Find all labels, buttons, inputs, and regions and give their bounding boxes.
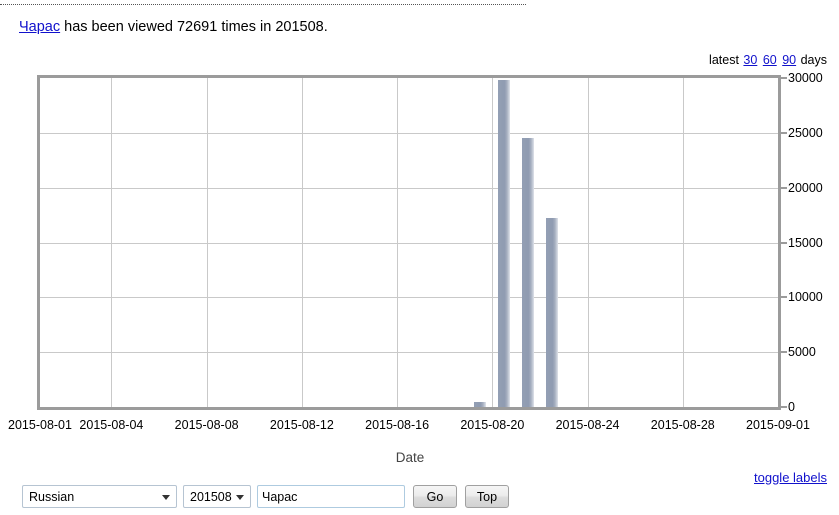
x-axis-label: 2015-08-08 — [174, 418, 239, 432]
pageviews-chart: 0 5000 10000 15000 20000 25000 30000 2015-08-0… — [0, 60, 839, 465]
page-title: Чарас has been viewed 72691 times in 201… — [19, 18, 328, 36]
y-axis-tick — [779, 77, 787, 79]
top-button[interactable]: Top — [465, 485, 509, 508]
grid-line-vertical — [587, 78, 589, 407]
toggle-labels: toggle labels — [754, 470, 827, 485]
x-axis-label: 2015-08-16 — [365, 418, 430, 432]
grid-line-vertical — [111, 78, 113, 407]
chart-bar — [522, 138, 534, 407]
y-axis-label: 0 — [788, 400, 795, 414]
x-axis-label: 2015-08-12 — [269, 418, 334, 432]
x-axis-title: Date — [395, 450, 425, 465]
y-axis-tick — [779, 296, 787, 299]
grid-line-horizontal — [40, 187, 778, 189]
y-axis-label: 30000 — [788, 71, 823, 85]
x-axis-label: 2015-08-28 — [650, 418, 715, 432]
grid-line-horizontal — [40, 297, 778, 299]
x-axis-label: 2015-09-01 — [746, 418, 810, 432]
y-axis-label: 20000 — [788, 180, 823, 195]
language-select[interactable]: Russian — [22, 485, 177, 508]
language-select-wrap: Russian — [22, 485, 177, 508]
y-axis-tick — [779, 241, 787, 244]
period-select-wrap: 201508 — [183, 485, 251, 508]
grid-line-vertical — [492, 78, 494, 407]
y-axis-label: 10000 — [788, 290, 823, 305]
chart-bar — [498, 80, 510, 407]
query-form: Russian 201508 Go Top — [22, 485, 509, 508]
y-axis-tick — [779, 351, 787, 354]
go-button[interactable]: Go — [413, 485, 457, 508]
grid-line-vertical — [682, 78, 684, 407]
y-axis-tick — [779, 406, 787, 408]
search-input[interactable] — [257, 485, 405, 508]
grid-line-horizontal — [40, 132, 778, 134]
x-axis-label: 2015-08-01 — [8, 418, 72, 432]
period-select[interactable]: 201508 — [183, 485, 251, 508]
chart-bar — [474, 402, 486, 407]
grid-line-vertical — [397, 78, 399, 407]
y-axis-tick — [779, 186, 787, 189]
grid-line-vertical — [206, 78, 208, 407]
y-axis-label: 15000 — [788, 235, 823, 250]
grid-line-horizontal — [40, 242, 778, 244]
x-axis-label: 2015-08-24 — [555, 418, 620, 432]
toggle-labels-link[interactable]: toggle labels — [754, 470, 827, 485]
chart-bar — [546, 218, 558, 407]
headline-rest: has been viewed 72691 times in 201508. — [60, 19, 328, 35]
grid-line-horizontal — [40, 352, 778, 354]
x-axis-label: 2015-08-04 — [79, 418, 144, 432]
chart-plot-area — [37, 75, 787, 410]
y-axis-label: 5000 — [788, 345, 816, 360]
top-divider — [0, 4, 526, 5]
grid-line-vertical — [301, 78, 303, 407]
x-axis-label: 2015-08-20 — [460, 418, 525, 432]
term-link[interactable]: Чарас — [19, 19, 60, 35]
y-axis-tick — [779, 131, 787, 134]
y-axis-label: 25000 — [788, 125, 823, 140]
